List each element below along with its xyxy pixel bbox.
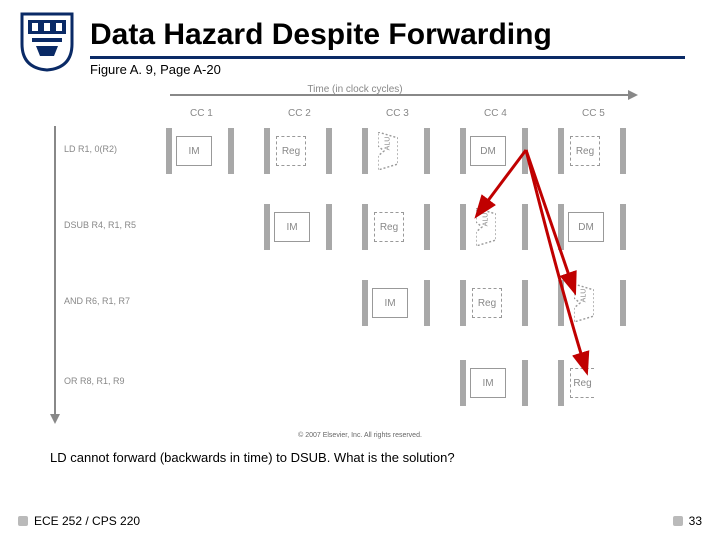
slide-title: Data Hazard Despite Forwarding	[90, 18, 685, 59]
slide-caption: LD cannot forward (backwards in time) to…	[50, 450, 455, 465]
slide-subtitle: Figure A. 9, Page A-20	[90, 62, 221, 77]
page-number: 33	[673, 514, 702, 528]
footer-course: ECE 252 / CPS 220	[18, 514, 140, 528]
figure-copyright: © 2007 Elsevier, Inc. All rights reserve…	[298, 432, 422, 439]
pipeline-diagram: Time (in clock cycles) Program execution…	[40, 86, 670, 432]
university-shield-logo	[18, 10, 76, 72]
